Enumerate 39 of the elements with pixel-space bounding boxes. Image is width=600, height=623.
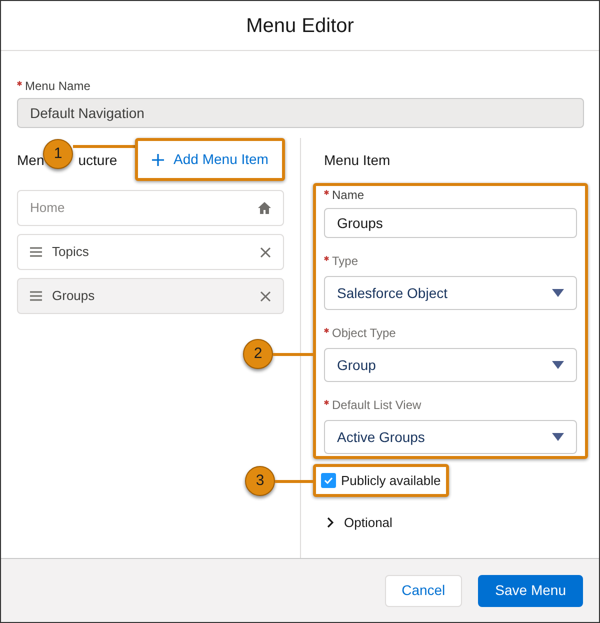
field-label: Menu Name xyxy=(17,79,90,93)
save-button[interactable]: Save Menu xyxy=(478,574,583,606)
callout-badge: 3 xyxy=(245,466,275,496)
dialog-title: Menu Editor xyxy=(246,14,354,38)
chevron-icon xyxy=(327,517,334,528)
cancel-button[interactable]: Cancel xyxy=(384,574,462,606)
callout-badge: 2 xyxy=(243,339,273,369)
callout-badge: 1 xyxy=(43,139,73,169)
menu-name-field[interactable]: Default Navigation xyxy=(17,98,584,128)
section-heading: Menu Item xyxy=(324,151,390,170)
check-icon xyxy=(324,477,333,484)
menu-item-label: Home xyxy=(30,199,65,218)
section-heading: Men xyxy=(17,150,44,170)
drag-handle-icon xyxy=(30,291,42,301)
field-label: Type xyxy=(324,254,358,268)
menu-structure-item[interactable]: Home xyxy=(17,190,284,226)
section-heading: ucture xyxy=(78,150,118,170)
menu-structure-item[interactable]: Topics xyxy=(17,234,284,270)
home-icon xyxy=(258,202,271,214)
drag-handle-icon xyxy=(30,247,42,257)
field-label: Default List View xyxy=(324,398,422,412)
checkbox-label: Publicly available xyxy=(341,472,441,490)
caret-down-icon xyxy=(552,289,564,297)
menu-item-label: Topics xyxy=(52,243,89,262)
menu-structure-item[interactable]: Groups xyxy=(17,278,284,314)
select-field[interactable]: Active Groups xyxy=(324,420,577,454)
checkbox[interactable] xyxy=(321,473,336,488)
plus-icon xyxy=(152,154,164,166)
close-icon[interactable] xyxy=(260,246,271,258)
select-field[interactable]: Group xyxy=(324,348,577,382)
close-icon[interactable] xyxy=(260,290,271,302)
menu-item-label: Groups xyxy=(52,287,95,306)
field-label: Object Type xyxy=(324,326,396,340)
caret-down-icon xyxy=(552,433,564,441)
name-field[interactable]: Groups xyxy=(324,208,577,238)
caret-down-icon xyxy=(552,361,564,369)
field-label: Name xyxy=(324,188,364,202)
select-field[interactable]: Salesforce Object xyxy=(324,276,577,310)
optional-section-toggle[interactable]: Optional xyxy=(327,513,392,532)
